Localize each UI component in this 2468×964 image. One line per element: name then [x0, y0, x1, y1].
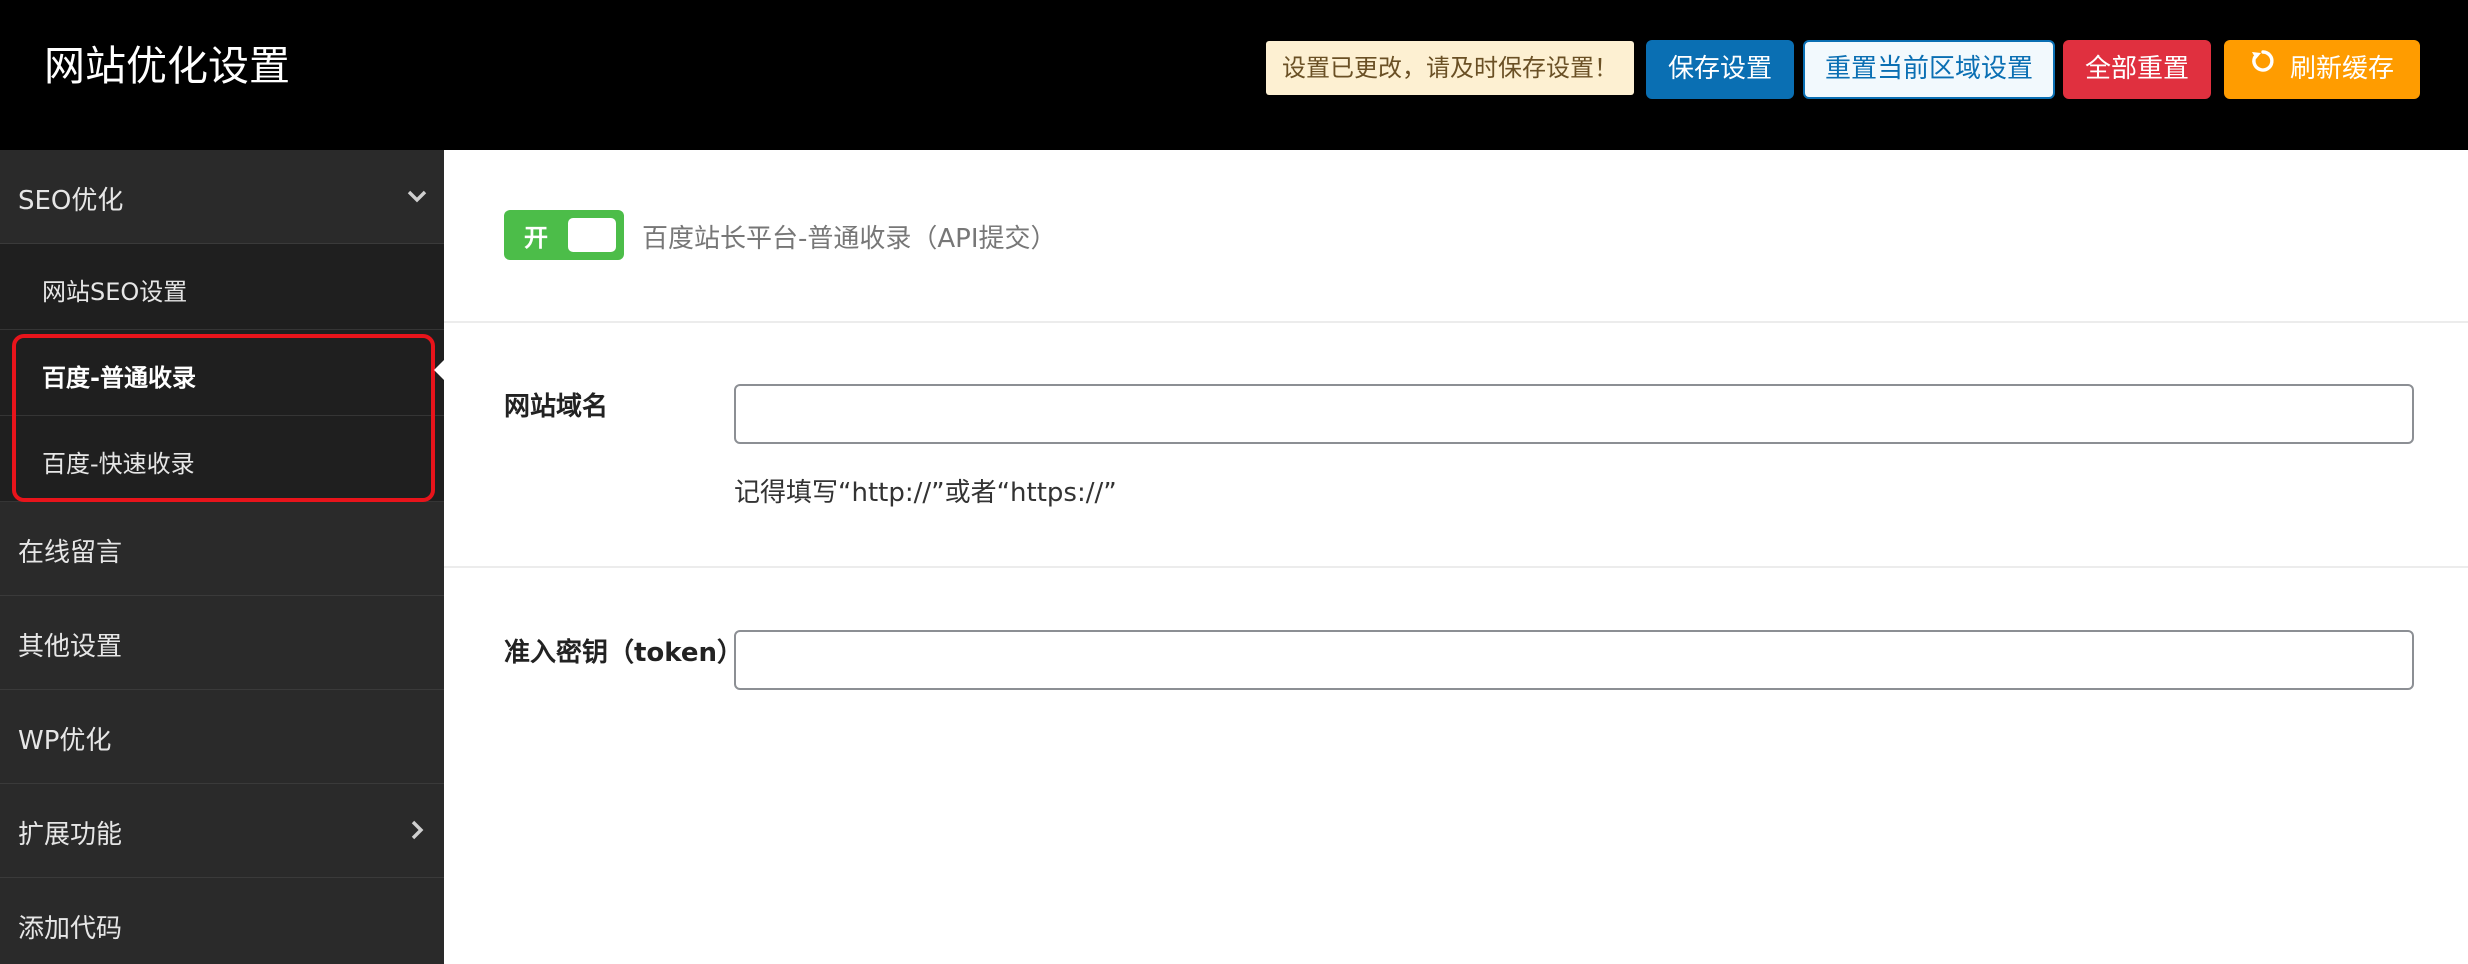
domain-label: 网站域名	[504, 392, 609, 422]
sidebar-item-label: 其他设置	[18, 632, 123, 662]
enable-toggle[interactable]: 开	[504, 210, 624, 260]
active-pointer	[434, 360, 444, 380]
section-divider	[444, 566, 2468, 568]
refresh-cache-button[interactable]: 刷新缓存	[2224, 40, 2420, 99]
refresh-icon	[2250, 37, 2276, 96]
sidebar-item-label: 在线留言	[18, 538, 123, 568]
sidebar-item-wp-optimize[interactable]: WP优化	[0, 690, 444, 784]
reset-all-button[interactable]: 全部重置	[2063, 40, 2211, 99]
unsaved-changes-notice: 设置已更改，请及时保存设置！	[1266, 41, 1634, 95]
toggle-knob	[568, 218, 616, 252]
sidebar-item-other[interactable]: 其他设置	[0, 596, 444, 690]
save-settings-button[interactable]: 保存设置	[1646, 40, 1794, 99]
sidebar-item-label: 添加代码	[18, 914, 123, 944]
sidebar-item-extensions[interactable]: 扩展功能	[0, 784, 444, 878]
sidebar-item-label: SEO优化	[18, 186, 124, 216]
reset-section-button[interactable]: 重置当前区域设置	[1803, 40, 2055, 99]
sidebar-item-seo[interactable]: SEO优化	[0, 150, 444, 244]
domain-input[interactable]	[734, 384, 2414, 444]
toggle-on-text: 开	[524, 224, 548, 252]
domain-hint: 记得填写“http://”或者“https://”	[734, 478, 1117, 508]
highlight-annotation	[12, 334, 435, 502]
main-content	[444, 150, 2468, 964]
toggle-label: 百度站长平台-普通收录（API提交）	[642, 224, 1057, 254]
sidebar-subitem-site-seo[interactable]: 网站SEO设置	[0, 244, 444, 330]
sidebar-item-label: WP优化	[18, 726, 112, 756]
sidebar-item-messages[interactable]: 在线留言	[0, 502, 444, 596]
chevron-right-icon	[406, 818, 428, 848]
chevron-down-icon	[406, 184, 428, 214]
refresh-cache-label: 刷新缓存	[2289, 54, 2394, 84]
section-divider	[444, 321, 2468, 323]
sidebar-item-label: 扩展功能	[18, 820, 123, 850]
sidebar-item-add-code[interactable]: 添加代码	[0, 878, 444, 964]
sidebar-subitem-label: 网站SEO设置	[42, 278, 188, 306]
token-input[interactable]	[734, 630, 2414, 690]
top-bar: 网站优化设置 设置已更改，请及时保存设置！ 保存设置 重置当前区域设置 全部重置…	[0, 0, 2468, 150]
token-label: 准入密钥（token）	[504, 638, 744, 668]
page-title: 网站优化设置	[44, 42, 290, 90]
